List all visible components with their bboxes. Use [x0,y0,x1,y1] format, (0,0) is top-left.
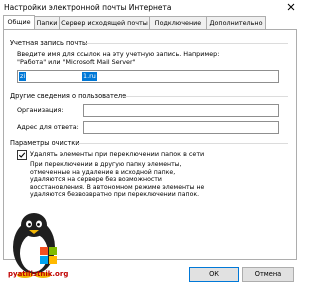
description-line: удаляются безвозвратно при переключении … [30,191,200,199]
reply-address-field[interactable] [83,121,279,134]
tab-folders[interactable]: Папки [34,16,60,29]
tab-advanced[interactable]: Дополнительно [206,16,266,29]
watermark-text: pyatilistnik.org [8,270,69,278]
org-label: Организация: [17,106,64,114]
tab-outgoing-server[interactable]: Сервер исходящей почты [59,16,150,29]
tab-general[interactable]: Общие [3,15,35,29]
group-divider [86,43,288,44]
description-line: При переключении в другую папку элементы… [30,161,182,168]
description-line: удаляются на сервере без возможности [30,176,162,184]
organization-field[interactable] [83,104,279,117]
account-group-title: Учетная запись почты [10,39,88,47]
delete-items-label[interactable]: Удалять элементы при переключении папок … [30,150,204,158]
title-bar: Настройки электронной почты Интернета [0,0,300,14]
window-title: Настройки электронной почты Интернета [4,3,172,12]
account-hint-line1: Введите имя для ссылок на эту учетную за… [17,50,220,58]
delete-items-checkbox[interactable] [17,150,27,160]
close-icon[interactable] [286,2,296,12]
settings-dialog: Настройки электронной почты Интернета Об… [0,0,300,285]
tab-strip: Общие Папки Сервер исходящей почты Подкл… [3,15,297,29]
tab-connection[interactable]: Подключение [149,16,207,29]
cleanup-description: При переключении в другую папку элементы… [30,161,204,199]
ok-button[interactable]: ОК [189,267,239,282]
account-name-field[interactable]: zi 1.ru [17,70,279,83]
account-hint-line2: "Работа" или "Microsoft Mail Server" [17,58,136,66]
reply-label: Адрес для ответа: [17,123,79,131]
cleanup-group-title: Параметры очистки [10,139,80,147]
group-divider [78,143,288,144]
cancel-button[interactable]: Отмена [242,267,294,282]
checkmark-icon [18,152,26,158]
group-divider [122,96,288,97]
account-name-value-part1: zi [19,72,27,81]
account-name-value-part2: 1.ru [82,72,97,81]
user-group-title: Другие сведения о пользователе [10,92,127,100]
